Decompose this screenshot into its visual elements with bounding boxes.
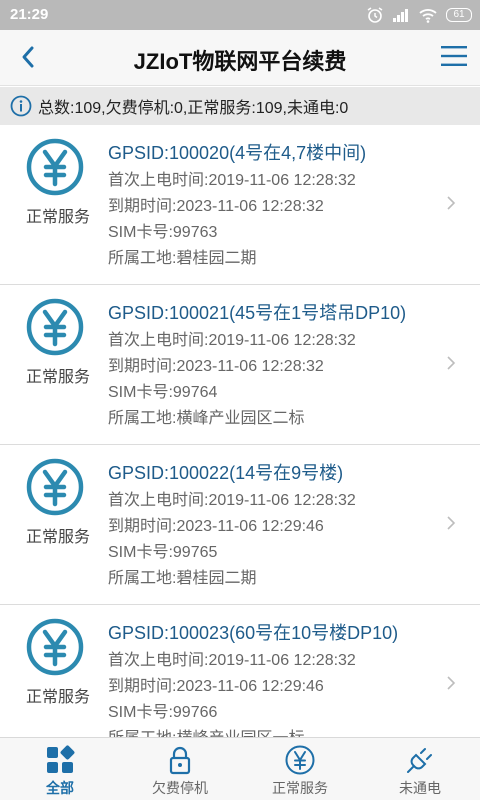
tab-label: 全部	[46, 780, 74, 796]
first-power-time: 首次上电时间:2019-11-06 12:28:32	[108, 332, 356, 349]
tab-all[interactable]: 全部	[0, 738, 120, 800]
signal-icon	[393, 9, 408, 22]
device-info: GPSID:100023(60号在10号楼DP10) 首次上电时间:2019-1…	[108, 621, 440, 737]
expire-time: 到期时间:2023-11-06 12:28:32	[108, 358, 324, 375]
yen-icon	[26, 138, 84, 196]
service-status-label: 正常服务	[25, 209, 90, 226]
first-power-time: 首次上电时间:2019-11-06 12:28:32	[108, 652, 356, 669]
sim-number: SIM卡号:99765	[108, 544, 218, 561]
bottom-nav: 全部 欠费停机 正常服务 未通电	[0, 737, 480, 800]
app-header: JZIoT物联网平台续费	[0, 30, 480, 86]
chevron-right-icon	[447, 676, 456, 690]
service-status-label: 正常服务	[25, 529, 90, 546]
grid-icon	[47, 745, 75, 773]
expire-time: 到期时间:2023-11-06 12:28:32	[108, 198, 324, 215]
chevron-right-icon	[447, 196, 456, 210]
sim-number: SIM卡号:99766	[108, 704, 218, 721]
chevron-right-icon	[447, 356, 456, 370]
site-name: 所属工地:横峰产业园区二标	[108, 410, 305, 427]
page-title: JZIoT物联网平台续费	[133, 49, 347, 74]
gpsid-title: GPSID:100021(45号在1号塔吊DP10)	[108, 303, 407, 323]
gpsid-title: GPSID:100022(14号在9号楼)	[108, 463, 344, 483]
expire-time: 到期时间:2023-11-06 12:29:46	[108, 678, 324, 695]
device-card[interactable]: 正常服务 GPSID:100021(45号在1号塔吊DP10) 首次上电时间:2…	[0, 285, 480, 445]
yen-icon	[26, 618, 84, 676]
chevron-right-icon	[447, 516, 456, 530]
tab-label: 正常服务	[272, 780, 328, 796]
gpsid-title: GPSID:100023(60号在10号楼DP10)	[108, 623, 399, 643]
first-power-time: 首次上电时间:2019-11-06 12:28:32	[108, 492, 356, 509]
site-name: 所属工地:横峰产业园区一标	[108, 726, 440, 737]
device-card[interactable]: 正常服务 GPSID:100023(60号在10号楼DP10) 首次上电时间:2…	[0, 605, 480, 737]
tab-label: 未通电	[399, 780, 441, 796]
tab-not-powered[interactable]: 未通电	[360, 738, 480, 800]
site-name: 所属工地:碧桂园二期	[108, 570, 257, 587]
tab-label: 欠费停机	[152, 780, 208, 796]
status-time: 21:29	[10, 6, 49, 23]
yen-icon	[26, 458, 84, 516]
site-name: 所属工地:碧桂园二期	[108, 250, 257, 267]
service-status-label: 正常服务	[25, 369, 90, 386]
yen-icon	[285, 745, 315, 775]
service-status-label: 正常服务	[25, 689, 90, 706]
yen-icon	[26, 298, 84, 356]
gpsid-title: GPSID:100020(4号在4,7楼中间)	[108, 143, 367, 163]
tab-normal-service[interactable]: 正常服务	[240, 738, 360, 800]
lock-icon	[169, 746, 191, 775]
sim-number: SIM卡号:99763	[108, 224, 218, 241]
status-icons: 61	[366, 6, 472, 24]
back-arrow-icon[interactable]	[14, 42, 44, 72]
device-info: GPSID:100022(14号在9号楼) 首次上电时间:2019-11-06 …	[108, 461, 440, 592]
plug-icon	[407, 748, 432, 773]
sim-number: SIM卡号:99764	[108, 384, 218, 401]
first-power-time: 首次上电时间:2019-11-06 12:28:32	[108, 172, 356, 189]
alarm-icon	[367, 7, 383, 23]
device-info: GPSID:100020(4号在4,7楼中间) 首次上电时间:2019-11-0…	[108, 141, 440, 272]
device-list: 正常服务 GPSID:100020(4号在4,7楼中间) 首次上电时间:2019…	[0, 125, 480, 737]
device-card[interactable]: 正常服务 GPSID:100022(14号在9号楼) 首次上电时间:2019-1…	[0, 445, 480, 605]
summary-text: 总数:109,欠费停机:0,正常服务:109,未通电:0	[38, 100, 349, 117]
summary-bar: 总数:109,欠费停机:0,正常服务:109,未通电:0	[0, 87, 480, 125]
wifi-icon	[419, 9, 437, 23]
battery-icon: 61	[446, 8, 472, 22]
status-bar: 21:29 61	[0, 0, 480, 30]
device-info: GPSID:100021(45号在1号塔吊DP10) 首次上电时间:2019-1…	[108, 301, 440, 432]
info-icon	[10, 95, 32, 117]
device-card[interactable]: 正常服务 GPSID:100020(4号在4,7楼中间) 首次上电时间:2019…	[0, 125, 480, 285]
tab-arrears-stopped[interactable]: 欠费停机	[120, 738, 240, 800]
expire-time: 到期时间:2023-11-06 12:29:46	[108, 518, 324, 535]
menu-icon[interactable]	[440, 44, 468, 68]
